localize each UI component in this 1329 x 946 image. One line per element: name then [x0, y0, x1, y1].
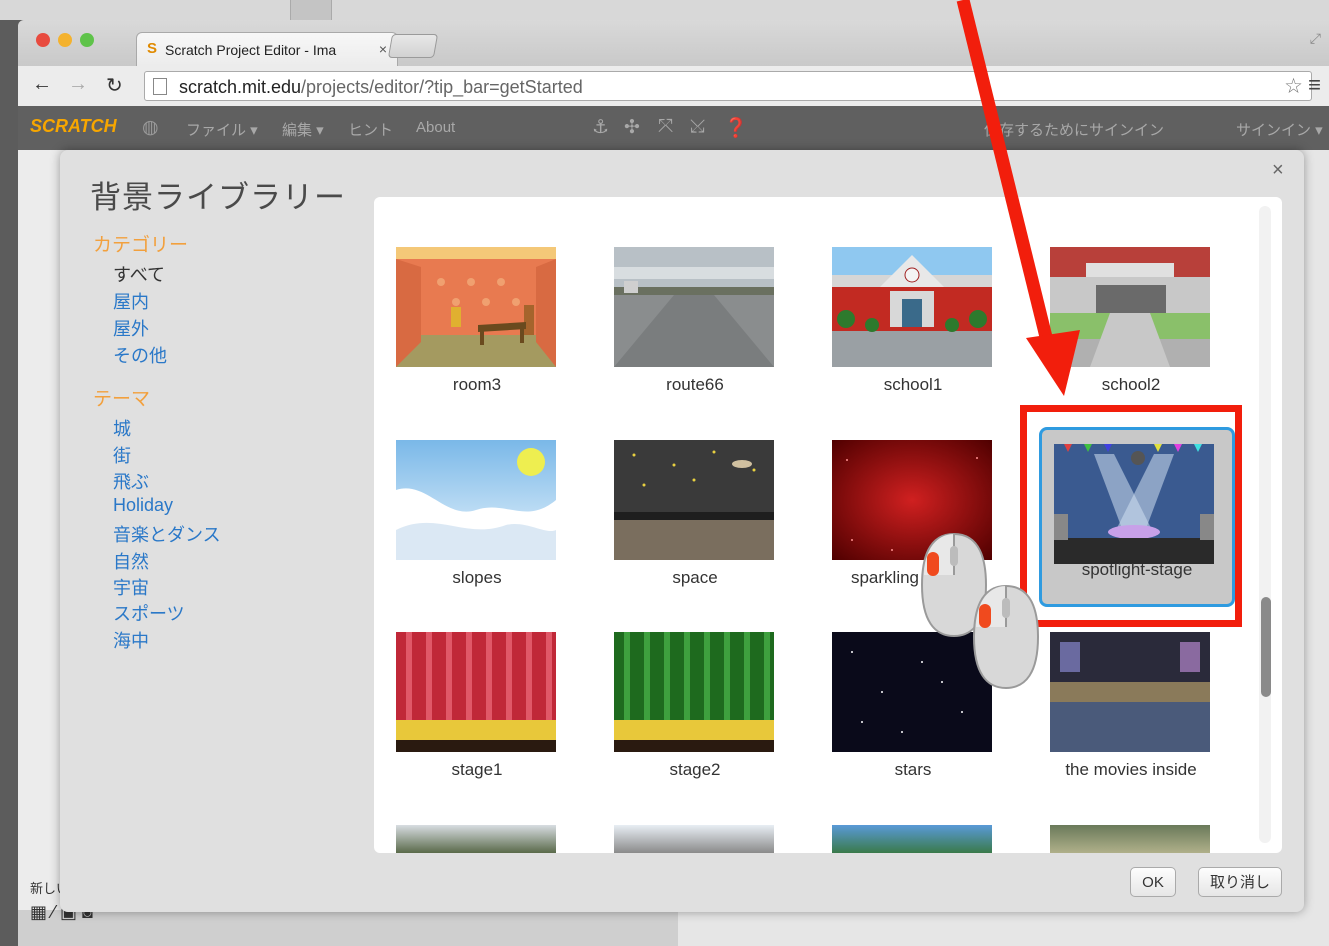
annotation-arrow [956, 0, 1080, 396]
mouse-click-icon [972, 584, 1040, 690]
